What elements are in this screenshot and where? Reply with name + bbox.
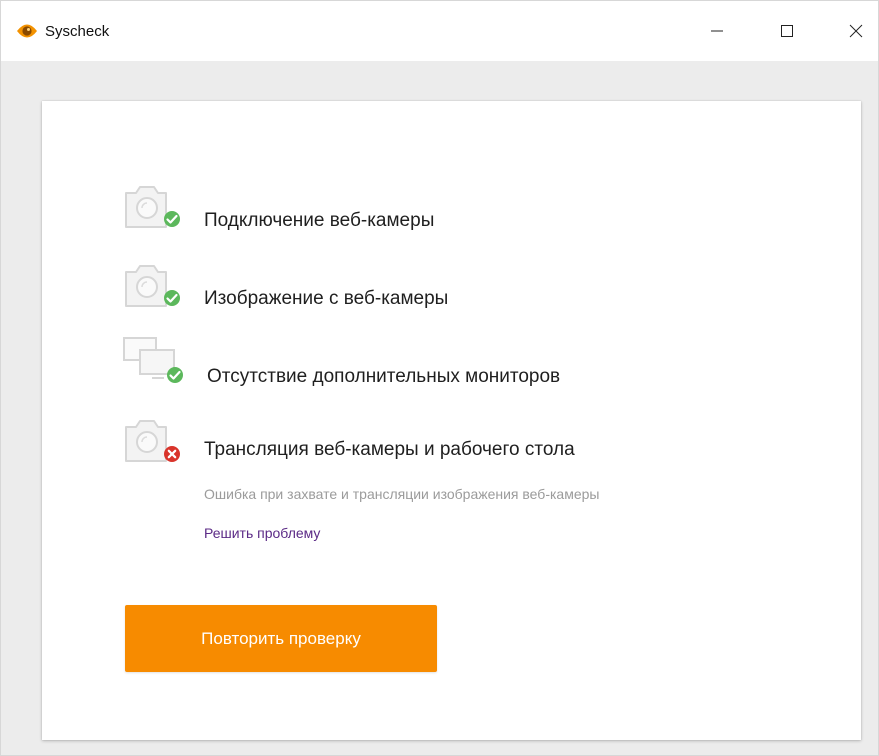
check-item-webcam-image: Изображение с веб-камеры (122, 260, 772, 320)
title-bar[interactable]: Syscheck (1, 1, 878, 61)
check-label: Подключение веб-камеры (204, 210, 435, 231)
webcam-icon (125, 420, 180, 462)
success-check-icon (164, 211, 180, 227)
monitors-icon (123, 337, 183, 383)
error-message: Ошибка при захвате и трансляции изображе… (204, 486, 600, 502)
check-label: Изображение с веб-камеры (204, 288, 449, 309)
fix-problem-link[interactable]: Решить проблему (204, 525, 320, 541)
maximize-icon (781, 25, 793, 37)
success-check-icon (167, 367, 183, 383)
success-check-icon (164, 290, 180, 306)
check-item-webcam-desktop-stream: Трансляция веб-камеры и рабочего стола (122, 415, 772, 475)
minimize-icon (711, 30, 723, 32)
check-item-extra-monitors: Отсутствие дополнительных мониторов (122, 334, 772, 394)
check-label: Трансляция веб-камеры и рабочего стола (204, 439, 575, 460)
window-title: Syscheck (45, 23, 110, 40)
close-icon (849, 24, 863, 38)
error-x-icon (164, 446, 180, 462)
check-card: Подключение веб-камеры Изображение с веб… (42, 101, 861, 740)
close-button[interactable] (833, 1, 879, 61)
app-window: Syscheck Подключение веб-камеры Изображе… (0, 0, 879, 756)
eye-logo-icon (17, 24, 37, 38)
webcam-icon (125, 265, 180, 307)
webcam-icon (125, 186, 180, 228)
check-item-webcam-connection: Подключение веб-камеры (122, 181, 772, 241)
check-label: Отсутствие дополнительных мониторов (207, 366, 561, 387)
retry-check-button[interactable]: Повторить проверку (125, 605, 437, 672)
maximize-button[interactable] (764, 1, 810, 61)
minimize-button[interactable] (694, 1, 740, 61)
